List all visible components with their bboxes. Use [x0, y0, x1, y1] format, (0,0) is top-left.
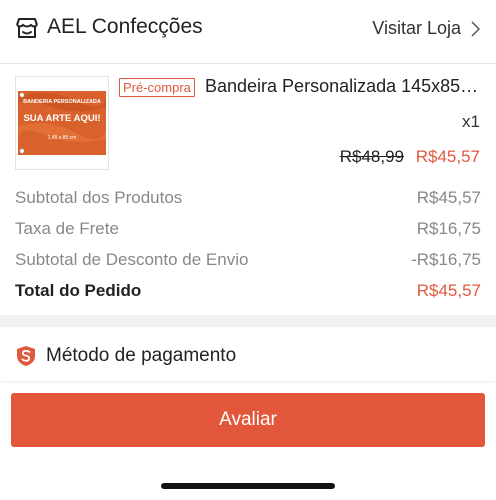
summary-label: Subtotal de Desconto de Envio — [15, 250, 249, 269]
thumb-main-text: SUA ARTE AQUI! — [23, 113, 100, 124]
visit-shop-label: Visitar Loja — [372, 18, 461, 38]
total-label: Total do Pedido — [15, 281, 142, 300]
thumb-title-text: BANDEIRA PERSONALIZADA — [23, 99, 101, 105]
summary-value: R$45,57 — [416, 188, 481, 207]
summary-value: -R$16,75 — [411, 250, 481, 269]
summary-row-total: Total do Pedido R$45,57 — [15, 281, 481, 301]
shop-header: AEL Confecções Visitar Loja — [0, 0, 496, 58]
product-quantity: x1 — [462, 112, 480, 131]
visit-shop-link[interactable]: Visitar Loja — [372, 18, 480, 39]
original-price: R$48,99 — [339, 147, 404, 166]
shield-s-icon — [17, 346, 35, 366]
bottom-action-bar: Avaliar — [0, 383, 496, 500]
thumb-size-text: 1,45 x 85 cm — [48, 135, 77, 141]
payment-method-section[interactable]: Método de pagamento — [0, 327, 496, 383]
summary-label: Taxa de Frete — [15, 219, 119, 238]
sale-price: R$45,57 — [415, 147, 480, 166]
product-image: BANDEIRA PERSONALIZADA SUA ARTE AQUI! 1,… — [16, 77, 108, 169]
summary-row-shipping-discount: Subtotal de Desconto de Envio -R$16,75 — [15, 250, 481, 270]
section-separator — [0, 315, 496, 327]
payment-method-title: Método de pagamento — [46, 345, 237, 366]
product-name[interactable]: Bandeira Personalizada 145x85… — [205, 76, 482, 97]
rate-button[interactable]: Avaliar — [11, 393, 485, 447]
product-thumbnail[interactable]: BANDEIRA PERSONALIZADA SUA ARTE AQUI! 1,… — [15, 76, 109, 170]
summary-value: R$16,75 — [416, 219, 481, 238]
shop-name[interactable]: AEL Confecções — [47, 15, 203, 39]
summary-label: Subtotal dos Produtos — [15, 188, 183, 207]
home-indicator — [161, 483, 335, 489]
summary-row-subtotal: Subtotal dos Produtos R$45,57 — [15, 188, 481, 208]
product-item[interactable]: BANDEIRA PERSONALIZADA SUA ARTE AQUI! 1,… — [0, 64, 496, 176]
pre-order-badge: Pré-compra — [119, 78, 195, 97]
summary-row-shipping: Taxa de Frete R$16,75 — [15, 219, 481, 239]
total-value: R$45,57 — [416, 281, 481, 300]
storefront-icon — [16, 18, 38, 38]
chevron-right-icon — [471, 20, 480, 37]
